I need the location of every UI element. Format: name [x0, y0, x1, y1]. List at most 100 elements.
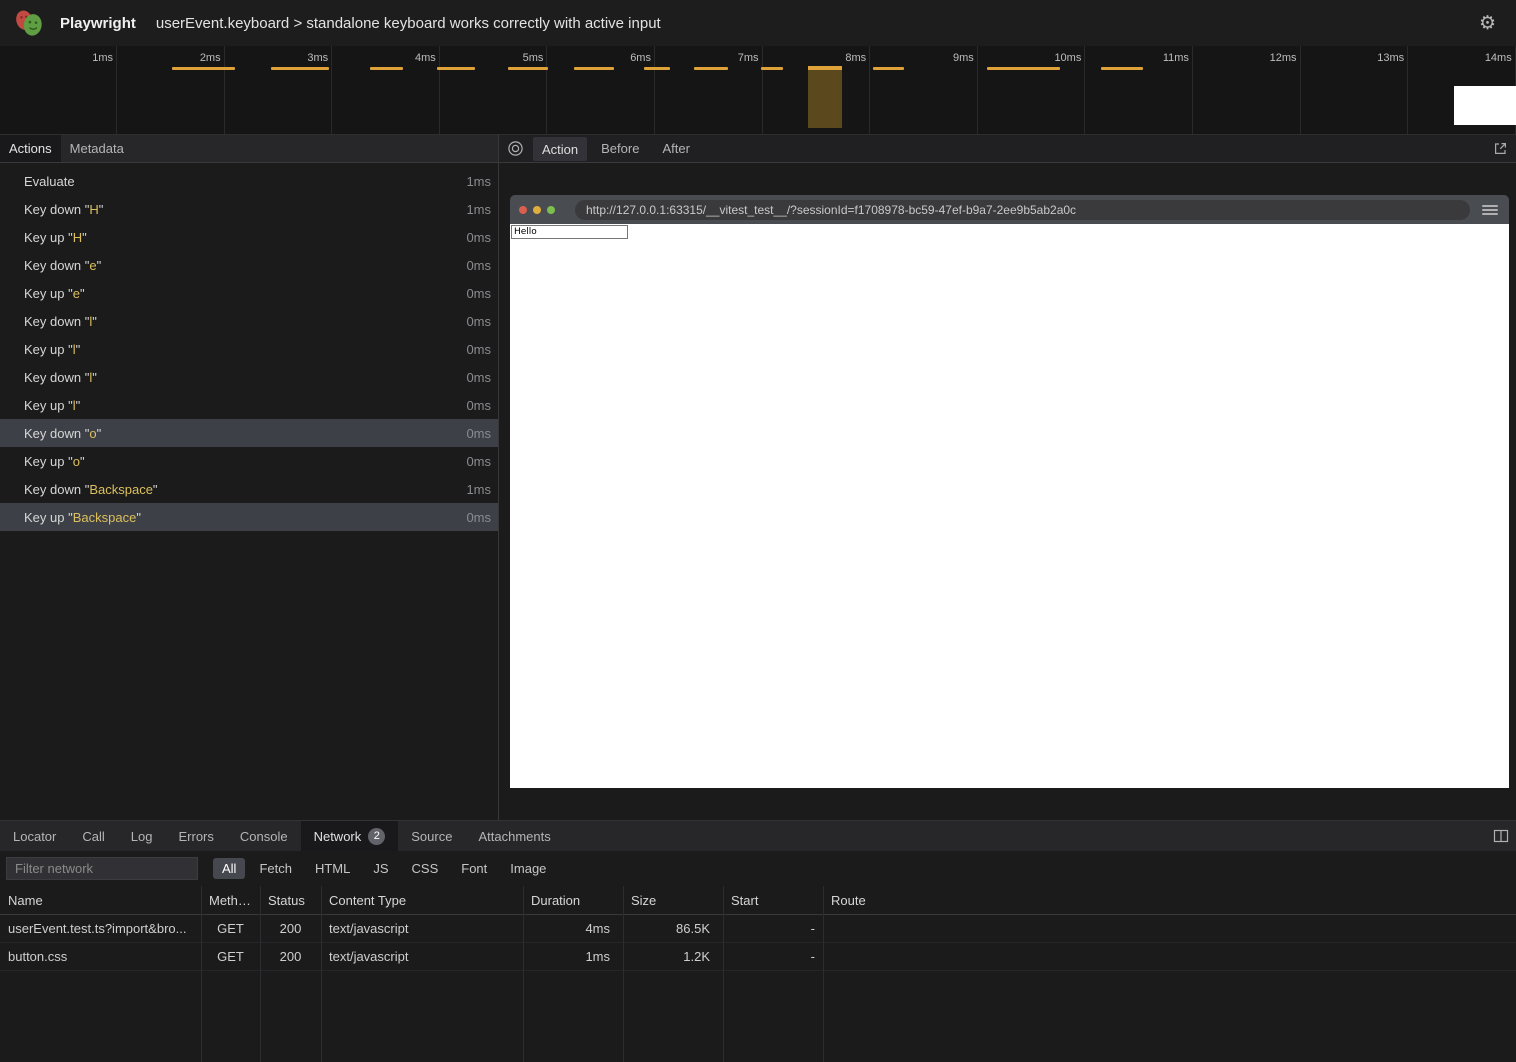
header: Playwright userEvent.keyboard > standalo… [0, 0, 1516, 46]
action-row[interactable]: Key up "l"0ms [0, 335, 498, 363]
action-row[interactable]: Key up "l"0ms [0, 391, 498, 419]
action-duration: 0ms [466, 398, 491, 413]
timeline-action-bar [437, 67, 475, 70]
filter-chip-font[interactable]: Font [452, 858, 496, 879]
network-cell: 4ms [523, 921, 623, 936]
actions-tabstrip: ActionsMetadata [0, 135, 498, 163]
action-row[interactable]: Key down "Backspace"1ms [0, 475, 498, 503]
tab-log[interactable]: Log [118, 821, 166, 851]
timeline-tick[interactable]: 11ms [1085, 46, 1193, 134]
snapshot-page: Hello [510, 224, 1509, 788]
tab-source[interactable]: Source [398, 821, 465, 851]
network-filter-input[interactable] [6, 857, 198, 880]
timeline-tick[interactable]: 12ms [1193, 46, 1301, 134]
pick-locator-target-icon[interactable] [507, 140, 524, 157]
column-header-duration[interactable]: Duration [523, 893, 623, 908]
column-divider [321, 886, 322, 1062]
column-header-size[interactable]: Size [623, 893, 723, 908]
timeline-tick[interactable]: 10ms [978, 46, 1086, 134]
timeline[interactable]: 1ms2ms3ms4ms5ms6ms7ms8ms9ms10ms11ms12ms1… [0, 46, 1516, 135]
bottom-tab-label: Attachments [478, 829, 550, 844]
timeline-selected-range-bar [808, 66, 842, 70]
filter-chip-css[interactable]: CSS [403, 858, 448, 879]
timeline-action-bar [370, 67, 403, 70]
timeline-tick[interactable]: 9ms [870, 46, 978, 134]
action-label: Key down "H" [24, 202, 466, 217]
filter-chip-html[interactable]: HTML [306, 858, 359, 879]
action-row[interactable]: Key up "o"0ms [0, 447, 498, 475]
trace-title: userEvent.keyboard > standalone keyboard… [156, 15, 1479, 32]
action-row[interactable]: Key down "l"0ms [0, 307, 498, 335]
tab-network[interactable]: Network2 [301, 821, 399, 851]
filter-chip-js[interactable]: JS [364, 858, 397, 879]
action-duration: 1ms [466, 482, 491, 497]
action-label: Key up "H" [24, 230, 466, 245]
timeline-tick[interactable]: 6ms [547, 46, 655, 134]
bottom-tab-label: Log [131, 829, 153, 844]
action-duration: 0ms [466, 370, 491, 385]
timeline-tick[interactable]: 3ms [225, 46, 333, 134]
network-cell: 200 [260, 921, 321, 936]
timeline-screencast-thumbnail[interactable] [1454, 86, 1516, 125]
open-in-new-window-icon[interactable] [1493, 141, 1508, 156]
network-row[interactable]: userEvent.test.ts?import&bro...GET200tex… [0, 915, 1516, 943]
network-cell: GET [201, 921, 260, 936]
tab-before[interactable]: Before [592, 135, 648, 162]
action-label: Key down "o" [24, 426, 466, 441]
column-header-method[interactable]: Method [201, 893, 260, 908]
settings-gear-icon[interactable]: ⚙ [1479, 12, 1496, 34]
column-divider [723, 886, 724, 1062]
action-duration: 0ms [466, 510, 491, 525]
action-key-value: Backspace [73, 510, 137, 525]
network-cell: 1.2K [623, 949, 723, 964]
filter-chip-fetch[interactable]: Fetch [250, 858, 301, 879]
column-header-start[interactable]: Start [723, 893, 823, 908]
network-filter-row: AllFetchHTMLJS CSSFontImage [0, 851, 1516, 886]
timeline-action-bar [987, 67, 1060, 70]
network-cell: GET [201, 949, 260, 964]
traffic-light-yellow-icon [533, 206, 541, 214]
tab-after[interactable]: After [653, 135, 698, 162]
tab-errors[interactable]: Errors [165, 821, 226, 851]
action-row[interactable]: Key down "H"1ms [0, 195, 498, 223]
action-duration: 0ms [466, 342, 491, 357]
timeline-tick[interactable]: 5ms [440, 46, 548, 134]
timeline-tick[interactable]: 4ms [332, 46, 440, 134]
tab-action[interactable]: Action [533, 137, 587, 161]
column-header-status[interactable]: Status [260, 893, 321, 908]
network-row[interactable]: button.cssGET200text/javascript1ms1.2K- [0, 943, 1516, 971]
column-header-route[interactable]: Route [823, 893, 1516, 908]
address-bar: http://127.0.0.1:63315/__vitest_test__/?… [575, 200, 1470, 220]
network-cell: 200 [260, 949, 321, 964]
action-row[interactable]: Key down "o"0ms [0, 419, 498, 447]
tab-console[interactable]: Console [227, 821, 301, 851]
column-divider [260, 886, 261, 1062]
tab-actions[interactable]: Actions [0, 135, 61, 162]
snapshot-area: http://127.0.0.1:63315/__vitest_test__/?… [499, 163, 1516, 820]
action-row[interactable]: Key down "l"0ms [0, 363, 498, 391]
tab-attachments[interactable]: Attachments [465, 821, 563, 851]
column-header-content-type[interactable]: Content Type [321, 893, 523, 908]
action-row[interactable]: Key down "e"0ms [0, 251, 498, 279]
timeline-tick[interactable]: 2ms [117, 46, 225, 134]
timeline-tick[interactable]: 13ms [1301, 46, 1409, 134]
timeline-tick[interactable]: 1ms [0, 46, 117, 134]
action-row[interactable]: Key up "Backspace"0ms [0, 503, 498, 531]
action-row[interactable]: Key up "e"0ms [0, 279, 498, 307]
tab-locator[interactable]: Locator [0, 821, 69, 851]
column-header-name[interactable]: Name [0, 893, 201, 908]
action-label: Key up "e" [24, 286, 466, 301]
action-key-value: e [73, 286, 80, 301]
tab-call[interactable]: Call [69, 821, 117, 851]
snapshot-tabstrip: ActionBeforeAfter [499, 135, 1516, 163]
timeline-tick[interactable]: 7ms [655, 46, 763, 134]
action-key-value: H [89, 202, 98, 217]
tab-metadata[interactable]: Metadata [61, 135, 133, 162]
action-duration: 0ms [466, 258, 491, 273]
filter-chip-all[interactable]: All [213, 858, 245, 879]
toggle-layout-columns-icon[interactable] [1493, 828, 1509, 844]
action-row[interactable]: Key up "H"0ms [0, 223, 498, 251]
action-row[interactable]: Evaluate1ms [0, 167, 498, 195]
filter-chip-image[interactable]: Image [501, 858, 555, 879]
timeline-action-bar [694, 67, 728, 70]
